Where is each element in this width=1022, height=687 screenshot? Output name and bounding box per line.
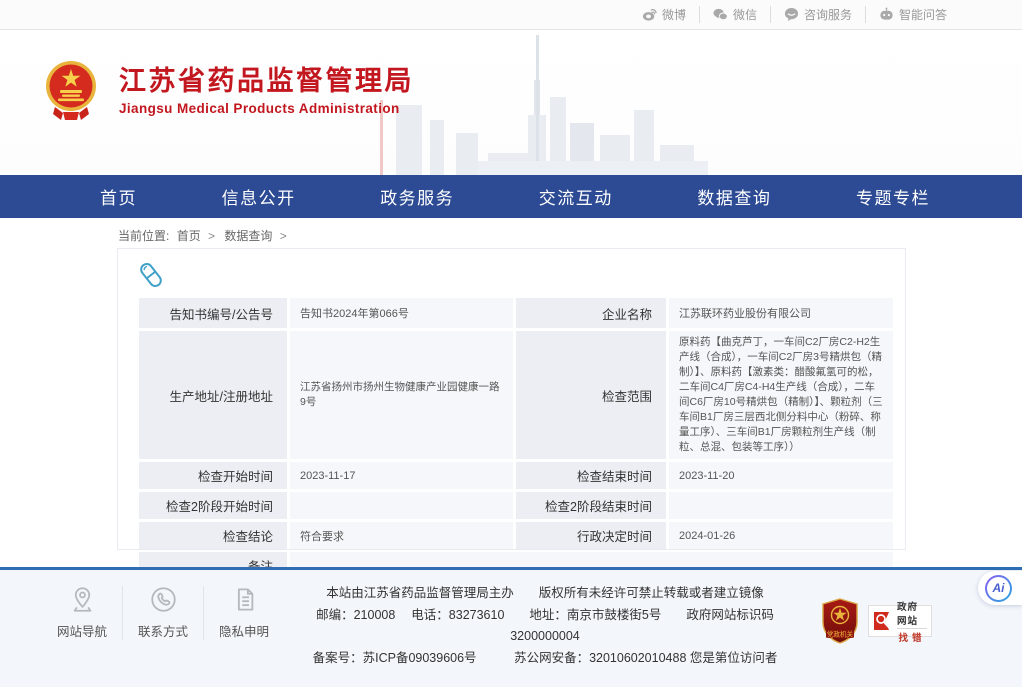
field-label: 检查范围	[516, 331, 666, 459]
footer-link-label: 隐私申明	[219, 621, 269, 640]
field-value: 2024-01-26	[669, 522, 893, 549]
nav-item-special-topics[interactable]: 专题专栏	[856, 184, 930, 209]
privacy-doc-icon	[231, 586, 258, 613]
svg-text:党政机关: 党政机关	[827, 629, 854, 638]
footer-line-icp: 备案号：苏ICP备09039606号 苏公网安备：32010602010488 …	[285, 648, 805, 670]
footer-link-privacy[interactable]: 隐私申明	[203, 586, 284, 640]
footer-line-host: 本站由江苏省药品监督管理局主办 版权所有未经许可禁止转载或者建立镜像	[285, 583, 805, 605]
table-row: 检查开始时间 2023-11-17 检查结束时间 2023-11-20	[139, 462, 893, 489]
field-label: 生产地址/注册地址	[139, 331, 287, 459]
wechat-label: 微信	[733, 6, 757, 23]
main-navigation: 首页 信息公开 政务服务 交流互动 数据查询 专题专栏	[0, 175, 1022, 218]
footer-quick-links: 网站导航 联系方式 隐私申明	[42, 586, 284, 640]
consult-chat-icon	[784, 7, 799, 22]
footer: 网站导航 联系方式 隐私申明 本站由江苏省药品监督管理局主办 版权所有未经许可禁…	[0, 567, 1022, 687]
field-label: 检查结论	[139, 522, 287, 549]
field-label: 检查结束时间	[516, 462, 666, 489]
smart-qa-link[interactable]: 智能问答	[865, 6, 960, 23]
field-value: 2023-11-17	[290, 462, 513, 489]
inspection-detail-card: 告知书编号/公告号 告知书2024年第066号 企业名称 江苏联环药业股份有限公…	[117, 248, 906, 550]
table-row: 检查2阶段开始时间 检查2阶段结束时间	[139, 492, 893, 519]
sitemap-pin-icon	[69, 586, 96, 613]
site-subtitle: Jiangsu Medical Products Administration	[119, 101, 414, 116]
wechat-link[interactable]: 微信	[699, 6, 770, 23]
nav-item-home[interactable]: 首页	[100, 184, 137, 209]
site-title: 江苏省药品监督管理局	[119, 65, 414, 97]
field-label: 行政决定时间	[516, 522, 666, 549]
party-gov-shield-badge[interactable]: 党政机关	[820, 598, 860, 644]
error-badge-subtitle: 找错	[898, 629, 925, 644]
national-emblem	[45, 60, 97, 120]
ai-assistant-icon: Ai	[985, 575, 1012, 602]
footer-link-sitemap[interactable]: 网站导航	[42, 586, 122, 640]
field-label: 企业名称	[516, 298, 666, 328]
main-content: 当前位置: 首页 > 数据查询 > 告知书编号/公告号	[0, 218, 1022, 567]
footer-badges: 党政机关 政府网站 找错	[820, 598, 932, 644]
field-value: 符合要求	[290, 522, 513, 549]
field-value: 2023-11-20	[669, 462, 893, 489]
weibo-link[interactable]: 微博	[629, 6, 699, 23]
field-label: 检查开始时间	[139, 462, 287, 489]
field-value: 原料药【曲克芦丁，一车间C2厂房C2-H2生产线（合成），一车间C2厂房3号精烘…	[669, 331, 893, 459]
footer-line-contact: 邮编：210008 电话：83273610 地址：南京市鼓楼街5号 政府网站标识…	[285, 605, 805, 648]
agency-logo-group[interactable]: 江苏省药品监督管理局 Jiangsu Medical Products Admi…	[45, 60, 414, 120]
agency-title-block: 江苏省药品监督管理局 Jiangsu Medical Products Admi…	[119, 65, 414, 116]
table-row: 检查结论 符合要求 行政决定时间 2024-01-26	[139, 522, 893, 549]
field-value: 江苏省扬州市扬州生物健康产业园健康一路9号	[290, 331, 513, 459]
field-label: 检查2阶段结束时间	[516, 492, 666, 519]
consult-service-link[interactable]: 咨询服务	[770, 6, 865, 23]
field-value	[669, 492, 893, 519]
breadcrumb-home-link[interactable]: 首页	[177, 229, 201, 243]
footer-link-contact[interactable]: 联系方式	[122, 586, 203, 640]
page: 微博 微信 咨询服务 智能问答	[0, 0, 1022, 687]
table-row: 告知书编号/公告号 告知书2024年第066号 企业名称 江苏联环药业股份有限公…	[139, 298, 893, 328]
ai-assistant-button[interactable]: Ai	[978, 571, 1022, 605]
footer-link-label: 联系方式	[138, 621, 188, 640]
weibo-icon	[642, 7, 657, 22]
footer-legal-text: 本站由江苏省药品监督管理局主办 版权所有未经许可禁止转载或者建立镜像 邮编：21…	[285, 583, 805, 669]
nav-item-info-disclosure[interactable]: 信息公开	[222, 184, 296, 209]
breadcrumb-prefix: 当前位置:	[118, 229, 169, 243]
field-label: 告知书编号/公告号	[139, 298, 287, 328]
breadcrumb-separator: >	[280, 229, 287, 243]
qa-robot-icon	[879, 7, 894, 22]
field-value: 江苏联环药业股份有限公司	[669, 298, 893, 328]
breadcrumb-separator: >	[208, 229, 215, 243]
site-banner: 江苏省药品监督管理局 Jiangsu Medical Products Admi…	[0, 30, 1022, 175]
field-value	[290, 492, 513, 519]
city-skyline-graphic	[378, 30, 798, 175]
gov-site-error-report-badge[interactable]: 政府网站 找错	[868, 605, 932, 637]
inspection-detail-table: 告知书编号/公告号 告知书2024年第066号 企业名称 江苏联环药业股份有限公…	[136, 295, 896, 582]
nav-item-gov-services[interactable]: 政务服务	[380, 184, 454, 209]
breadcrumb: 当前位置: 首页 > 数据查询 >	[0, 218, 1022, 247]
consult-service-label: 咨询服务	[804, 6, 852, 23]
field-value: 告知书2024年第066号	[290, 298, 513, 328]
phone-icon	[150, 586, 177, 613]
capsule-icon	[136, 261, 166, 289]
table-row: 生产地址/注册地址 江苏省扬州市扬州生物健康产业园健康一路9号 检查范围 原料药…	[139, 331, 893, 459]
nav-item-interaction[interactable]: 交流互动	[539, 184, 613, 209]
weibo-label: 微博	[662, 6, 686, 23]
nav-item-data-query[interactable]: 数据查询	[697, 184, 771, 209]
smart-qa-label: 智能问答	[899, 6, 947, 23]
field-label: 检查2阶段开始时间	[139, 492, 287, 519]
error-correction-icon	[873, 610, 893, 632]
footer-link-label: 网站导航	[57, 621, 107, 640]
breadcrumb-data-query-link[interactable]: 数据查询	[224, 229, 272, 243]
error-badge-text: 政府网站 找错	[897, 599, 927, 644]
top-utility-bar: 微博 微信 咨询服务 智能问答	[0, 0, 1022, 30]
wechat-icon	[713, 7, 728, 22]
error-badge-title: 政府网站	[897, 599, 927, 629]
capsule-icon-wrap	[136, 261, 883, 289]
